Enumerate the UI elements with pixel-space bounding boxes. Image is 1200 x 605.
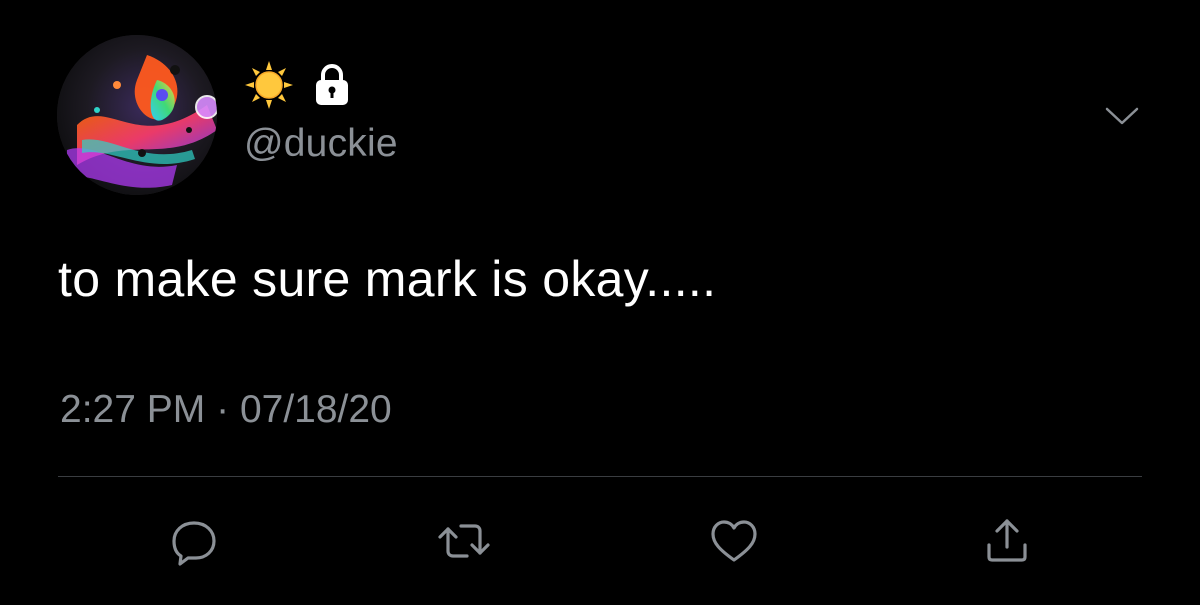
retweet-icon	[438, 524, 490, 558]
share-button[interactable]	[977, 513, 1037, 569]
retweet-button[interactable]	[434, 513, 494, 569]
display-name-row	[244, 60, 352, 115]
tweet-text: to make sure mark is okay.....	[58, 251, 717, 307]
share-icon	[987, 519, 1027, 562]
divider	[58, 476, 1142, 477]
avatar[interactable]	[57, 35, 217, 195]
tweet-timestamp: 2:27 PM · 07/18/20	[60, 388, 392, 432]
reply-button[interactable]	[164, 513, 224, 569]
tweet-time: 2:27 PM	[60, 388, 206, 431]
reply-icon	[172, 521, 216, 566]
user-handle[interactable]: @duckie	[244, 122, 398, 166]
like-icon	[711, 520, 757, 562]
timestamp-separator: ·	[216, 388, 230, 431]
like-button[interactable]	[704, 513, 764, 569]
sun-emoji-icon	[244, 60, 294, 115]
tweet-date: 07/18/20	[239, 388, 392, 431]
avatar-image	[57, 35, 217, 195]
chevron-down-icon[interactable]	[1104, 104, 1140, 128]
lock-icon	[312, 63, 352, 112]
